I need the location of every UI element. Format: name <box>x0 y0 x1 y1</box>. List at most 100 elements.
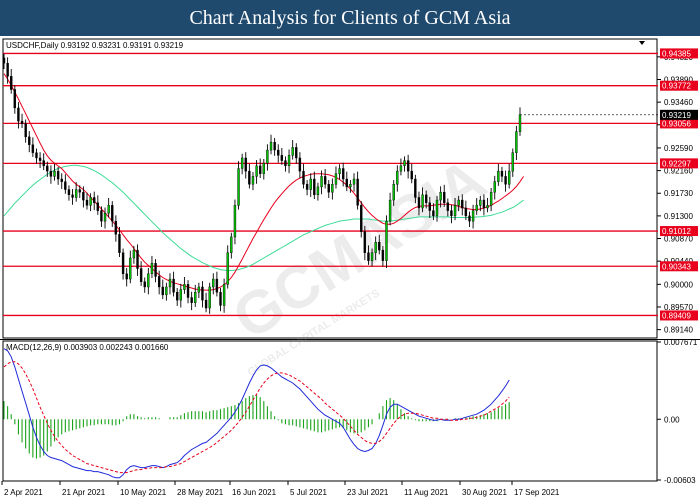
candle <box>179 289 183 301</box>
candle <box>320 176 323 188</box>
candle <box>85 199 89 206</box>
candle <box>363 231 367 253</box>
candle <box>233 205 237 238</box>
candle <box>226 252 229 285</box>
candle <box>450 210 453 217</box>
candle <box>417 197 421 209</box>
candle <box>96 202 100 211</box>
candle <box>309 178 312 190</box>
candle <box>406 160 410 172</box>
price-tick-label: 0.90000 <box>664 280 693 289</box>
date-tick-label: 21 Apr 2021 <box>62 488 106 497</box>
candle <box>500 170 504 177</box>
candle <box>388 199 392 222</box>
candle <box>367 252 370 261</box>
candle <box>421 194 424 209</box>
candle <box>139 268 143 282</box>
price-tick-label: 0.92590 <box>664 144 693 153</box>
candle <box>298 157 302 172</box>
candle <box>338 168 341 174</box>
candle <box>168 278 172 288</box>
candle <box>53 170 56 177</box>
candle <box>486 205 489 209</box>
level-label: 0.89409 <box>662 311 691 320</box>
candle <box>114 220 118 235</box>
candle <box>489 191 493 206</box>
candle <box>215 278 219 293</box>
candle <box>78 189 81 193</box>
candle <box>435 199 439 217</box>
candle <box>165 286 168 296</box>
candle <box>67 189 71 196</box>
candle <box>212 278 215 288</box>
candle <box>352 178 356 185</box>
candle <box>13 89 17 109</box>
candle <box>89 197 92 206</box>
candle <box>410 170 413 180</box>
candle <box>461 199 464 209</box>
candle <box>28 136 31 145</box>
candle <box>345 178 348 188</box>
candle <box>150 263 154 275</box>
candle <box>453 205 457 217</box>
candle <box>71 194 74 198</box>
candle <box>414 178 417 198</box>
date-tick-label: 5 Jul 2021 <box>290 488 327 497</box>
candle <box>273 141 276 151</box>
date-tick-label: 16 Jun 2021 <box>232 488 277 497</box>
candle <box>464 207 468 217</box>
candle <box>381 249 385 261</box>
date-tick-label: 2 Apr 2021 <box>4 488 43 497</box>
candle <box>248 170 251 185</box>
candle <box>46 165 49 172</box>
candle <box>284 160 287 167</box>
candle <box>201 286 204 301</box>
candle <box>471 210 475 222</box>
candle <box>432 210 435 217</box>
candle <box>132 249 136 259</box>
macd-header: MACD(12,26,9) 0.003903 0.002243 0.001660 <box>6 343 169 352</box>
candle <box>341 168 345 180</box>
candle <box>497 170 500 182</box>
candle <box>2 57 6 64</box>
date-tick-label: 17 Sep 2021 <box>514 488 560 497</box>
candle <box>56 170 60 180</box>
candle <box>38 157 42 161</box>
candle <box>204 299 208 309</box>
candle <box>240 157 244 169</box>
price-tick-label: 0.91300 <box>664 212 693 221</box>
candle <box>111 205 114 222</box>
macd-tick-label: 0.00 <box>664 415 680 424</box>
level-label: 0.94385 <box>662 49 691 58</box>
macd-tick-label: -0.00603 <box>664 476 696 485</box>
candle <box>291 147 294 156</box>
candle <box>392 184 395 201</box>
candle <box>147 273 150 288</box>
candle <box>74 189 78 198</box>
candle <box>399 165 403 172</box>
candle <box>277 149 280 156</box>
candle <box>370 252 374 261</box>
candle <box>334 173 338 185</box>
candle <box>118 234 121 253</box>
candle <box>82 191 85 201</box>
price-tick-label: 0.91730 <box>664 189 693 198</box>
candle <box>143 281 146 288</box>
candle <box>10 76 13 90</box>
date-tick-label: 23 Jul 2021 <box>347 488 389 497</box>
candle <box>251 176 255 185</box>
candle <box>269 141 273 151</box>
candle <box>327 184 330 193</box>
candle <box>172 278 175 293</box>
candle <box>176 292 179 301</box>
candle <box>129 257 132 280</box>
candle <box>183 284 186 290</box>
candle <box>157 276 161 288</box>
candle <box>504 176 507 185</box>
level-label: 0.91012 <box>662 227 691 236</box>
candle <box>511 152 514 172</box>
price-tick-label: 0.89140 <box>664 326 693 335</box>
candle <box>515 131 518 153</box>
price-tick-label: 0.93460 <box>664 98 693 107</box>
candle <box>360 205 363 232</box>
